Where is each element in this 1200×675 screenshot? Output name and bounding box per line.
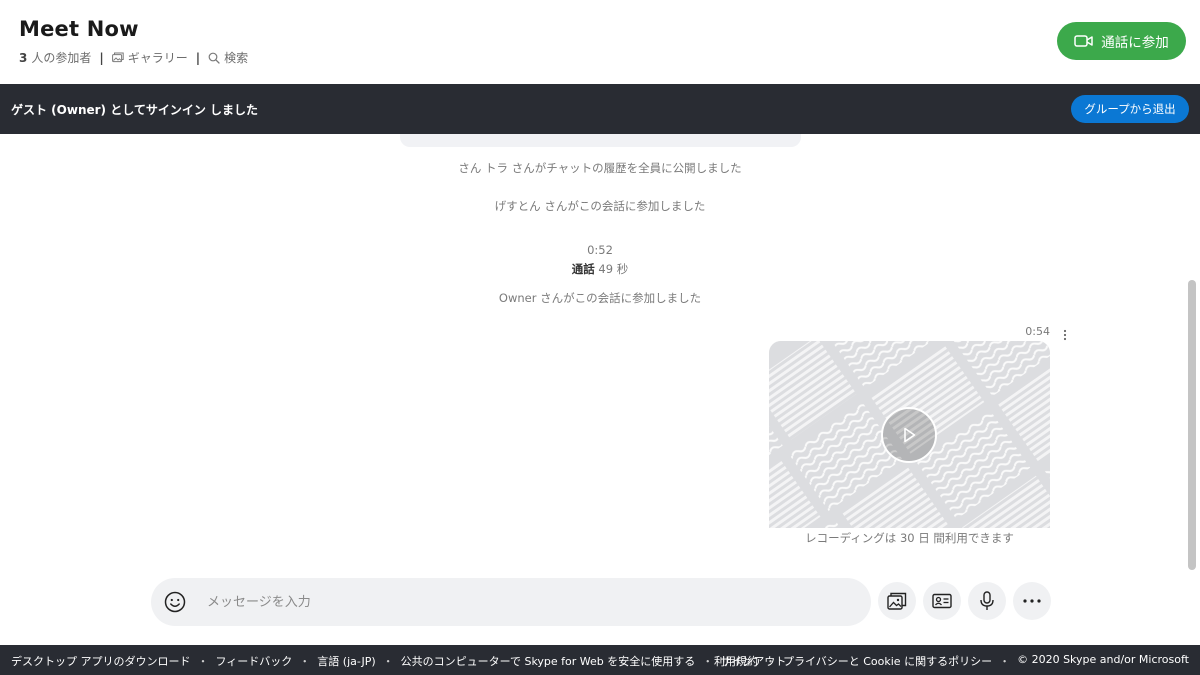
footer-link-public-computer[interactable]: 公共のコンピューターで Skype for Web を安全に使用する [401, 653, 696, 669]
contact-card-icon [932, 593, 952, 609]
media-gallery-icon [887, 592, 907, 610]
recording-availability-note: レコーディングは 30 日 間利用できます [805, 531, 1014, 545]
footer-separator: ・ [764, 655, 776, 668]
participant-count: 3 [19, 50, 28, 65]
call-summary: 通話 49 秒 [0, 261, 1200, 277]
search-icon [208, 52, 220, 64]
call-label: 通話 [571, 262, 595, 276]
chat-scrollbar[interactable] [1188, 280, 1196, 570]
meta-separator: | [195, 50, 201, 65]
search-label: 検索 [224, 51, 249, 65]
video-call-icon [1074, 33, 1094, 49]
skype-web-meet-now: Meet Now 3 人の参加者 | ギャラリー | 検索 通話に参加 ゲスト … [0, 0, 1200, 675]
emoji-button[interactable] [163, 590, 187, 614]
join-call-label: 通話に参加 [1101, 35, 1169, 51]
footer-separator: ・ [197, 655, 209, 668]
footer-separator: ・ [382, 655, 394, 668]
send-contact-button[interactable] [923, 582, 961, 620]
message-input[interactable] [207, 587, 847, 617]
footer-link-terms[interactable]: 利用規約 [714, 653, 758, 669]
meta-separator: | [99, 50, 104, 65]
gallery-link[interactable]: ギャラリー [111, 49, 188, 66]
footer-right-links: 利用規約 ・ プライバシーと Cookie に関するポリシー ・ © 2020 … [714, 653, 1189, 669]
leave-group-button[interactable]: グループから退出 [1071, 95, 1189, 123]
footer-separator: ・ [999, 655, 1011, 668]
guest-signin-banner: ゲスト (Owner) としてサインイン しました [0, 84, 1200, 134]
footer-link-privacy[interactable]: プライバシーと Cookie に関するポリシー [783, 653, 992, 669]
play-button[interactable] [881, 407, 937, 463]
message-more-button[interactable] [1058, 328, 1072, 342]
system-message: げすとん さんがこの会話に参加しました [494, 199, 706, 213]
search-link[interactable]: 検索 [208, 49, 248, 66]
gallery-icon [111, 52, 124, 63]
conversation-header: Meet Now 3 人の参加者 | ギャラリー | 検索 通話に参加 [0, 0, 1200, 84]
more-vertical-icon [1063, 329, 1067, 341]
voice-message-button[interactable] [968, 582, 1006, 620]
system-message: Owner さんがこの会話に参加しました [498, 291, 702, 305]
call-time: 0:52 [587, 243, 613, 257]
participants-link[interactable]: 人の参加者 [31, 49, 91, 66]
previous-message-card [400, 134, 801, 147]
footer-copyright: © 2020 Skype and/or Microsoft [1017, 653, 1189, 666]
gallery-label: ギャラリー [127, 51, 188, 65]
microphone-icon [980, 591, 994, 610]
media-gallery-button[interactable] [878, 582, 916, 620]
chat-history: さん トラ さんがチャットの履歴を全員に公開しました げすとん さんがこの会話に… [0, 134, 1200, 575]
conversation-title: Meet Now [19, 17, 139, 41]
video-recording-thumbnail[interactable] [769, 341, 1050, 528]
footer-separator: ・ [299, 655, 311, 668]
footer-link-language[interactable]: 言語 (ja-JP) [317, 653, 375, 669]
guest-signin-text: ゲスト (Owner) としてサインイン しました [11, 103, 259, 117]
message-time: 0:54 [1025, 325, 1050, 338]
call-duration: 49 秒 [598, 262, 629, 276]
play-icon [904, 427, 916, 443]
join-call-button[interactable]: 通話に参加 [1057, 22, 1186, 60]
more-icon [1023, 599, 1041, 603]
footer-separator: ・ [702, 655, 714, 668]
more-options-button[interactable] [1013, 582, 1051, 620]
footer-link-feedback[interactable]: フィードバック [216, 653, 293, 669]
message-composer [151, 578, 871, 626]
footer-link-download-desktop[interactable]: デスクトップ アプリのダウンロード [11, 653, 191, 669]
system-message: さん トラ さんがチャットの履歴を全員に公開しました [458, 161, 742, 175]
page-footer: デスクトップ アプリのダウンロード ・ フィードバック ・ 言語 (ja-JP)… [0, 645, 1200, 675]
emoji-icon [164, 591, 186, 613]
footer-left-links: デスクトップ アプリのダウンロード ・ フィードバック ・ 言語 (ja-JP)… [11, 653, 786, 669]
conversation-meta: 3 人の参加者 | ギャラリー | 検索 [19, 49, 248, 66]
